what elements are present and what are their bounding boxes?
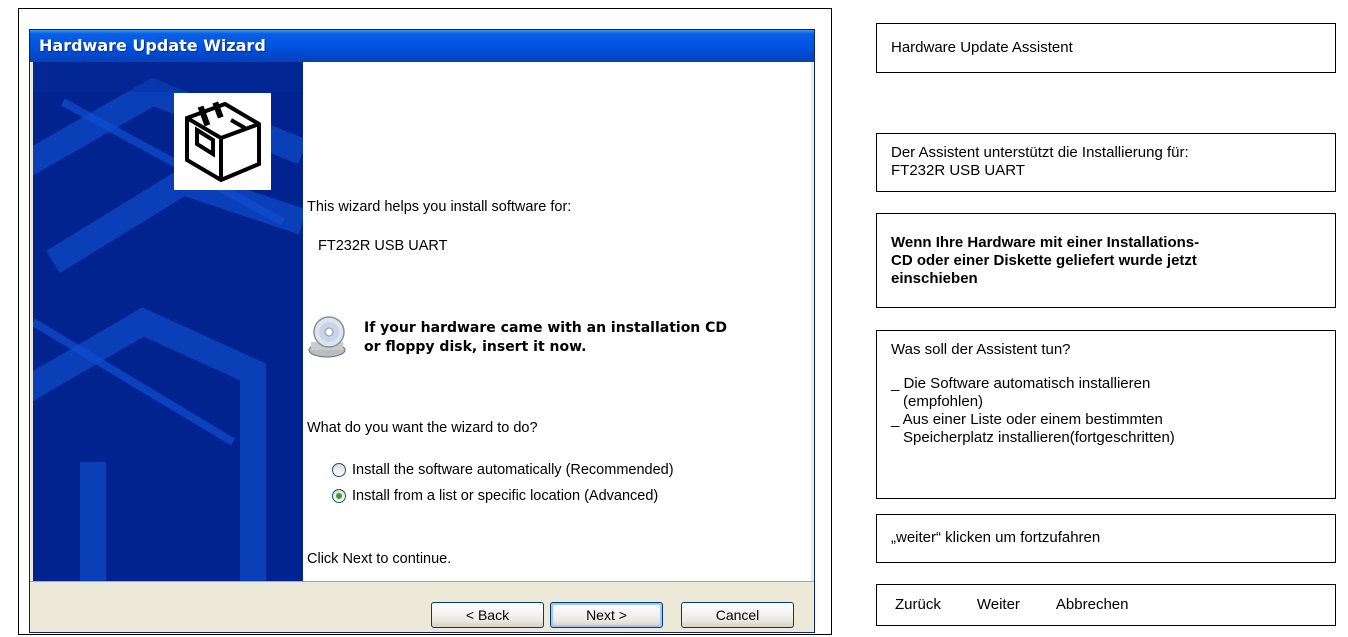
translation-intro-line-2: FT232R USB UART	[891, 162, 1025, 179]
device-name: FT232R USB UART	[318, 238, 448, 254]
translation-cd-box: Wenn Ihre Hardware mit einer Installatio…	[876, 213, 1336, 308]
translation-question: Was soll der Assistent tun?	[891, 341, 1071, 358]
option-install-automatically[interactable]: Install the software automatically (Reco…	[332, 462, 674, 478]
translation-continue: „weiter“ klicken um fortzufahren	[891, 529, 1101, 546]
wizard-button-bar: < Back Next > Cancel	[30, 581, 814, 632]
question-text: What do you want the wizard to do?	[307, 420, 538, 436]
wizard-content: This wizard helps you install software f…	[33, 62, 811, 581]
translation-intro-line-1: Der Assistent unterstützt die Installier…	[891, 144, 1189, 161]
translation-nav-box: Zurück Weiter Abbrechen	[876, 584, 1336, 626]
translation-continue-box: „weiter“ klicken um fortzufahren	[876, 514, 1336, 563]
cancel-button[interactable]: Cancel	[681, 602, 794, 628]
radio-install-automatically[interactable]	[332, 463, 346, 477]
translation-cd-line-3: einschieben	[891, 270, 978, 287]
continue-text: Click Next to continue.	[307, 551, 452, 567]
back-button[interactable]: < Back	[431, 602, 544, 628]
cd-note-line-1: If your hardware came with an installati…	[364, 320, 728, 336]
window-title: Hardware Update Wizard	[30, 30, 814, 62]
translation-cd-line-1: Wenn Ihre Hardware mit einer Installatio…	[891, 234, 1200, 251]
intro-text: This wizard helps you install software f…	[307, 199, 572, 215]
translation-title-box: Hardware Update Assistent	[876, 23, 1336, 73]
translation-nav-back: Zurück	[895, 596, 941, 613]
option-install-from-list-label: Install from a list or specific location…	[352, 488, 659, 504]
translation-option-1-line-1: _ Die Software automatisch installieren	[891, 375, 1151, 392]
translation-intro-box: Der Assistent unterstützt die Installier…	[876, 133, 1336, 192]
next-button[interactable]: Next >	[550, 602, 663, 628]
translation-title: Hardware Update Assistent	[891, 39, 1073, 56]
translation-cd-line-2: CD oder einer Diskette geliefert wurde j…	[891, 252, 1197, 269]
translation-question-box: Was soll der Assistent tun? _ Die Softwa…	[876, 330, 1336, 499]
hardware-card-icon	[174, 93, 271, 190]
option-install-from-list[interactable]: Install from a list or specific location…	[332, 488, 658, 504]
translation-nav-next: Weiter	[976, 596, 1020, 613]
hardware-update-wizard-window: Hardware Update Wizard This wizard helps…	[29, 29, 815, 633]
radio-install-from-list[interactable]	[332, 489, 346, 503]
translation-nav-cancel: Abbrechen	[1055, 596, 1129, 613]
cd-note-line-2: or floppy disk, insert it now.	[364, 339, 587, 355]
wizard-side-banner	[33, 62, 303, 581]
cd-floppy-icon	[307, 312, 355, 360]
translation-option-2-line-1: _ Aus einer Liste oder einem bestimmten	[891, 411, 1163, 428]
translation-option-2-line-2: Speicherplatz installieren(fortgeschritt…	[903, 429, 1175, 446]
translation-option-1-line-2: (empfohlen)	[903, 393, 984, 410]
translation-nav-row: Zurück Weiter Abbrechen	[891, 596, 1321, 614]
option-install-automatically-label: Install the software automatically (Reco…	[352, 462, 674, 478]
